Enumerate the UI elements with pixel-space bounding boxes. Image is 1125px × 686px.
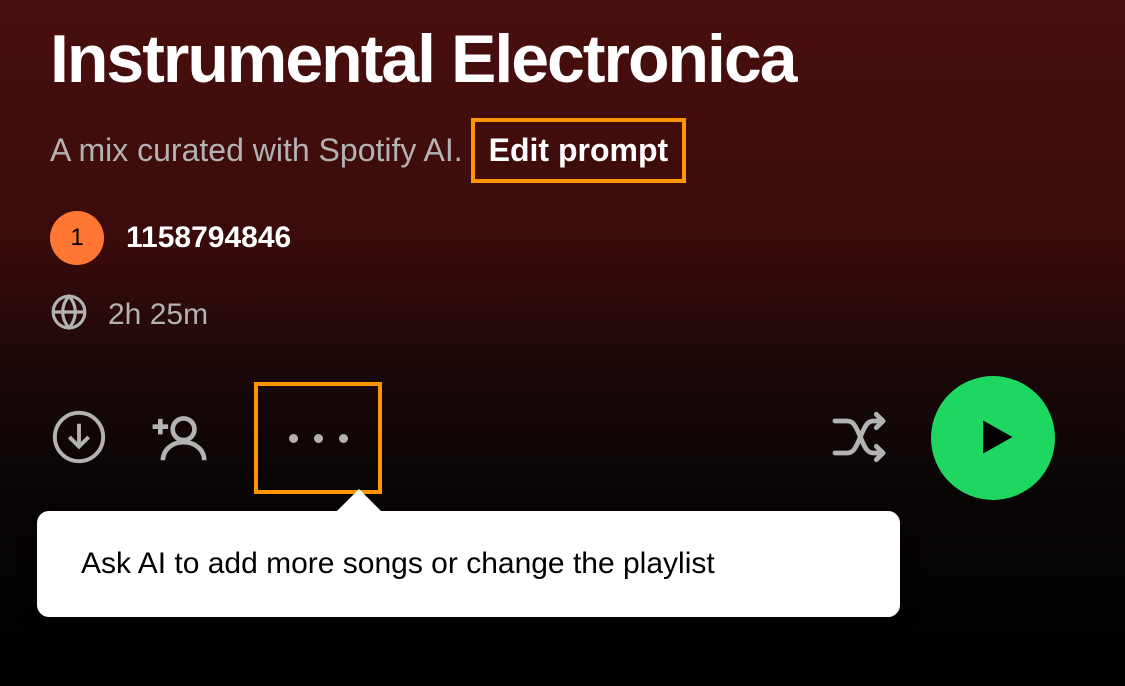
subtitle-text: A mix curated with Spotify AI. — [50, 132, 463, 169]
globe-icon — [50, 293, 88, 336]
tooltip-text: Ask AI to add more songs or change the p… — [81, 547, 715, 580]
controls-right — [827, 376, 1055, 500]
download-icon — [50, 408, 108, 469]
user-row: 1 1158794846 — [50, 211, 1075, 265]
shuffle-button[interactable] — [827, 405, 891, 472]
download-button[interactable] — [50, 408, 108, 469]
add-user-button[interactable] — [150, 406, 212, 471]
more-dot-icon — [339, 434, 348, 443]
playlist-title: Instrumental Electronica — [50, 20, 1075, 98]
controls-left — [50, 382, 382, 494]
subtitle-row: A mix curated with Spotify AI. Edit prom… — [50, 118, 1075, 183]
controls-row — [50, 376, 1075, 500]
edit-prompt-link[interactable]: Edit prompt — [471, 118, 687, 183]
duration-text: 2h 25m — [108, 298, 208, 332]
more-dot-icon — [289, 434, 298, 443]
avatar[interactable]: 1 — [50, 211, 104, 265]
username[interactable]: 1158794846 — [126, 221, 291, 255]
more-dot-icon — [314, 434, 323, 443]
shuffle-icon — [827, 405, 891, 472]
play-icon — [968, 415, 1018, 462]
add-user-icon — [150, 406, 212, 471]
duration-row: 2h 25m — [50, 293, 1075, 336]
ai-tooltip: Ask AI to add more songs or change the p… — [37, 511, 900, 617]
more-options-button[interactable] — [254, 382, 382, 494]
play-button[interactable] — [931, 376, 1055, 500]
